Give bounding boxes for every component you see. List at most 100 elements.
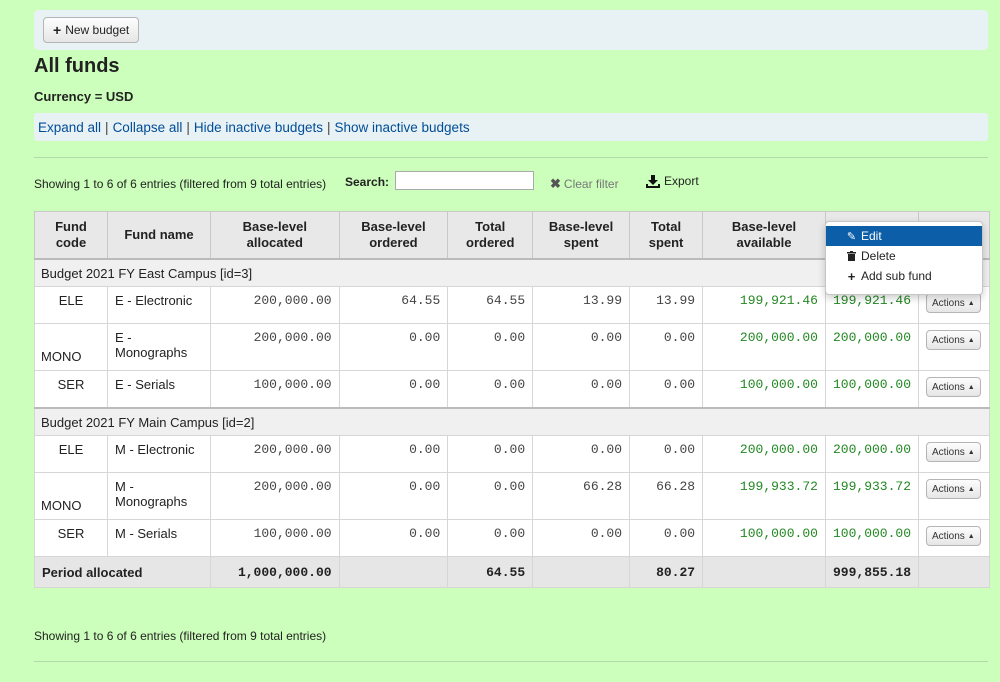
trash-icon [847, 251, 856, 261]
col-base-available[interactable]: Base-level available [702, 211, 826, 260]
clear-filter-button[interactable]: ✖ Clear filter [550, 176, 619, 192]
total-ordered: 64.55 [447, 286, 534, 324]
total-available: 100,000.00 [824, 370, 920, 409]
col-total-ordered[interactable]: Total ordered [447, 211, 534, 260]
group-row: Budget 2021 FY Main Campus [id=2] [34, 407, 990, 436]
actions-label: Actions [932, 334, 965, 346]
base-ordered: 0.00 [338, 519, 449, 557]
actions-dropdown-menu: ✎ Edit Delete + Add sub fund [825, 221, 983, 295]
base-available: 200,000.00 [702, 323, 826, 371]
plus-icon: + [53, 22, 62, 38]
col-total-spent[interactable]: Total spent [629, 211, 704, 260]
menu-item-add-sub-fund-label: Add sub fund [861, 269, 932, 283]
footer-total-spent: 80.27 [629, 556, 704, 588]
actions-label: Actions [932, 381, 965, 393]
col-fund-code[interactable]: Fund code [34, 211, 108, 260]
total-spent: 13.99 [629, 286, 704, 324]
actions-cell: Actions ▲ [918, 519, 990, 557]
new-budget-button[interactable]: + New budget [43, 17, 140, 43]
fund-name: M - Serials [107, 519, 211, 557]
total-spent: 0.00 [629, 370, 704, 409]
caret-up-icon: ▲ [967, 532, 975, 540]
caret-up-icon: ▲ [967, 299, 975, 307]
total-spent: 0.00 [629, 435, 704, 473]
actions-cell: Actions ▲ [918, 370, 990, 409]
table-row: SER E - Serials 100,000.00 0.00 0.00 0.0… [34, 370, 990, 409]
actions-label: Actions [932, 483, 965, 495]
col-fund-name[interactable]: Fund name [107, 211, 211, 260]
collapse-all-link[interactable]: Collapse all [113, 120, 183, 135]
menu-item-delete[interactable]: Delete [826, 246, 982, 266]
actions-cell: Actions ▲ [918, 472, 990, 520]
group-label: Budget 2021 FY Main Campus [id=2] [34, 407, 990, 436]
search-label: Search: [345, 175, 390, 189]
base-ordered: 0.00 [338, 370, 449, 409]
base-available: 200,000.00 [702, 435, 826, 473]
actions-label: Actions [932, 297, 965, 309]
footer-empty-cell [702, 556, 826, 588]
fund-name: E - Electronic [107, 286, 211, 324]
table-row: MONO E - Monographs 200,000.00 0.00 0.00… [34, 323, 990, 371]
actions-button[interactable]: Actions ▲ [926, 293, 981, 313]
caret-up-icon: ▲ [967, 383, 975, 391]
base-spent: 13.99 [532, 286, 631, 324]
caret-up-icon: ▲ [967, 336, 975, 344]
footer-total-available: 999,855.18 [824, 556, 920, 588]
menu-item-add-sub-fund[interactable]: + Add sub fund [826, 266, 982, 286]
col-base-spent[interactable]: Base-level spent [532, 211, 631, 260]
fund-code: MONO [34, 472, 108, 520]
actions-button[interactable]: Actions ▲ [926, 442, 981, 462]
expand-all-link[interactable]: Expand all [38, 120, 101, 135]
fund-code: MONO [34, 323, 108, 371]
fund-name: M - Electronic [107, 435, 211, 473]
budget-links-bar: Expand all | Collapse all | Hide inactiv… [34, 113, 988, 141]
col-base-allocated[interactable]: Base-level allocated [210, 211, 340, 260]
divider [34, 157, 988, 158]
total-ordered: 0.00 [447, 472, 534, 520]
base-spent: 0.00 [532, 519, 631, 557]
download-icon [646, 174, 660, 188]
table-row: MONO M - Monographs 200,000.00 0.00 0.00… [34, 472, 990, 520]
total-available: 200,000.00 [824, 323, 920, 371]
caret-up-icon: ▲ [967, 448, 975, 456]
col-base-ordered[interactable]: Base-level ordered [338, 211, 449, 260]
footer-empty-cell [532, 556, 631, 588]
base-available: 199,933.72 [702, 472, 826, 520]
total-available: 199,933.72 [824, 472, 920, 520]
close-icon: ✖ [550, 176, 561, 191]
base-spent: 0.00 [532, 323, 631, 371]
separator: | [105, 119, 109, 135]
export-label: Export [664, 174, 699, 188]
base-allocated: 100,000.00 [210, 519, 340, 557]
base-spent: 0.00 [532, 370, 631, 409]
entries-info-bottom: Showing 1 to 6 of 6 entries (filtered fr… [34, 629, 327, 643]
menu-item-edit[interactable]: ✎ Edit [826, 226, 982, 246]
total-ordered: 0.00 [447, 370, 534, 409]
pencil-icon: ✎ [846, 230, 857, 243]
total-ordered: 0.00 [447, 323, 534, 371]
fund-name: M - Monographs [107, 472, 211, 520]
table-row: ELE M - Electronic 200,000.00 0.00 0.00 … [34, 435, 990, 473]
base-ordered: 64.55 [338, 286, 449, 324]
hide-inactive-link[interactable]: Hide inactive budgets [194, 120, 323, 135]
total-ordered: 0.00 [447, 435, 534, 473]
total-spent: 0.00 [629, 519, 704, 557]
actions-label: Actions [932, 446, 965, 458]
separator: | [326, 119, 331, 135]
total-ordered: 0.00 [447, 519, 534, 557]
export-button[interactable]: Export [646, 174, 699, 188]
total-available: 100,000.00 [824, 519, 920, 557]
show-inactive-link[interactable]: Show inactive budgets [334, 120, 469, 135]
actions-button[interactable]: Actions ▲ [926, 526, 981, 546]
actions-label: Actions [932, 530, 965, 542]
actions-button[interactable]: Actions ▲ [926, 479, 981, 499]
footer-row: Period allocated 1,000,000.00 64.55 80.2… [34, 556, 990, 588]
actions-button[interactable]: Actions ▲ [926, 377, 981, 397]
actions-cell: Actions ▲ [918, 323, 990, 371]
page-title: All funds [34, 55, 120, 77]
base-spent: 66.28 [532, 472, 631, 520]
total-available: 200,000.00 [824, 435, 920, 473]
actions-button[interactable]: Actions ▲ [926, 330, 981, 350]
search-input[interactable] [395, 171, 534, 190]
fund-code: ELE [34, 435, 108, 473]
